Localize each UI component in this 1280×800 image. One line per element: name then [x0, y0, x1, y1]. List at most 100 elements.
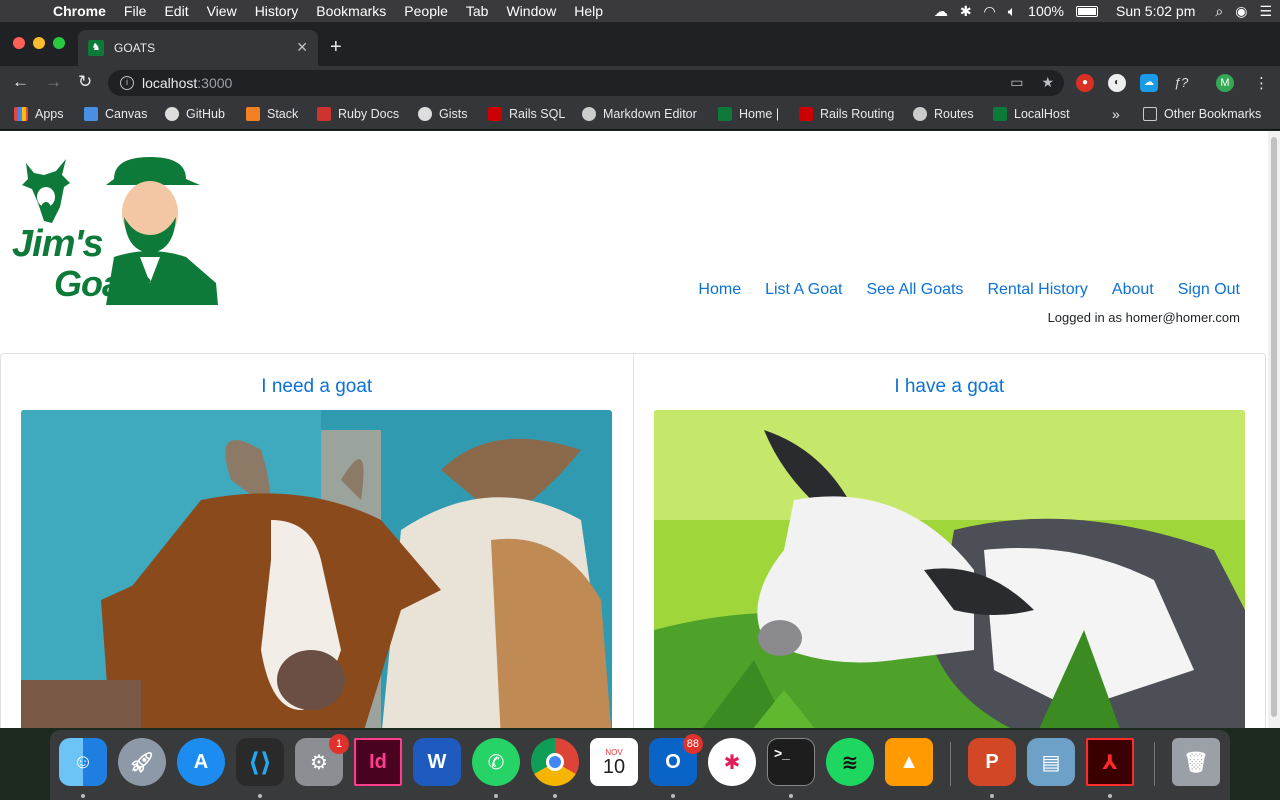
globe-icon — [913, 107, 927, 121]
bookmark-stack[interactable]: Stack — [246, 107, 298, 121]
chrome-menu-icon[interactable]: ⋮ — [1254, 74, 1269, 92]
menu-file[interactable]: File — [115, 3, 156, 19]
menu-help[interactable]: Help — [565, 3, 612, 19]
bookmark-markdown-editor[interactable]: Markdown Editor — [582, 107, 697, 121]
bluetooth-icon[interactable]: ✱ — [960, 3, 972, 20]
word-icon[interactable]: W — [413, 738, 461, 786]
rails-icon — [799, 107, 813, 121]
rails-icon — [488, 107, 502, 121]
extension-red-icon[interactable]: ● — [1076, 74, 1094, 92]
bookmark-label: Rails Routing — [820, 107, 895, 121]
site-info-icon[interactable]: i — [120, 76, 134, 90]
bookmark-ruby-docs[interactable]: Ruby Docs — [317, 107, 399, 121]
forward-button[interactable]: → — [45, 72, 62, 92]
launchpad-icon[interactable]: 🚀︎ — [118, 738, 166, 786]
outlook-letter: O — [665, 750, 681, 773]
cast-icon[interactable]: ▭ — [1010, 74, 1023, 91]
bookmark-star-icon[interactable]: ★ — [1041, 74, 1054, 91]
site-logo[interactable]: Jim's Goats — [10, 153, 218, 305]
dock-separator — [1154, 742, 1155, 786]
address-bar[interactable]: i localhost:3000 ▭ ★ — [108, 70, 1064, 96]
profile-avatar[interactable]: M — [1216, 74, 1234, 92]
app-store-icon[interactable]: A — [177, 738, 225, 786]
menu-edit[interactable]: Edit — [155, 3, 197, 19]
extension-cloud-icon[interactable]: ☁ — [1140, 74, 1158, 92]
nav-see-all-goats[interactable]: See All Goats — [866, 281, 963, 299]
powerpoint-icon[interactable]: P — [968, 738, 1016, 786]
bookmark-other-bookmarks[interactable]: Other Bookmarks — [1143, 107, 1261, 121]
new-tab-button[interactable]: + — [330, 36, 342, 59]
have-goat-link[interactable]: I have a goat — [634, 376, 1266, 398]
menu-view[interactable]: View — [198, 3, 246, 19]
bookmark-canvas[interactable]: Canvas — [84, 107, 147, 121]
menu-bookmarks[interactable]: Bookmarks — [307, 3, 395, 19]
spotlight-search-icon[interactable]: ⌕ — [1215, 3, 1223, 20]
bookmark-gists[interactable]: Gists — [418, 107, 467, 121]
nav-rental-history[interactable]: Rental History — [987, 281, 1087, 299]
preview-icon[interactable]: ▤ — [1027, 738, 1075, 786]
globe-icon — [582, 107, 596, 121]
finder-icon[interactable]: ☺ — [59, 738, 107, 786]
notification-badge: 1 — [329, 734, 349, 754]
back-button[interactable]: ← — [12, 72, 29, 92]
spotify-icon[interactable]: ≋ — [826, 738, 874, 786]
bookmark-rails-sql[interactable]: Rails SQL — [488, 107, 565, 121]
bookmark-label: Home | — [739, 107, 780, 121]
bookmarks-overflow-button[interactable]: » — [1112, 106, 1120, 122]
nav-sign-out[interactable]: Sign Out — [1178, 281, 1240, 299]
acrobat-icon[interactable]: ⅄ — [1086, 738, 1134, 786]
chrome-icon[interactable] — [531, 738, 579, 786]
reload-button[interactable]: ↻ — [78, 72, 92, 92]
nav-list-a-goat[interactable]: List A Goat — [765, 281, 842, 299]
volume-icon[interactable]: 🔈︎ — [1008, 3, 1016, 20]
nav-home[interactable]: Home — [698, 281, 741, 299]
notification-center-icon[interactable]: ☰ — [1259, 3, 1272, 20]
bookmark-localhost[interactable]: LocalHost — [993, 107, 1070, 121]
wifi-icon[interactable]: ◠ — [984, 3, 996, 20]
outlook-icon[interactable]: O 88 — [649, 734, 703, 786]
extension-ghost-icon[interactable]: ◐ — [1108, 74, 1126, 92]
clock[interactable]: Sun 5:02 pm — [1116, 3, 1195, 19]
close-tab-icon[interactable]: ✕ — [296, 39, 308, 56]
bookmark-apps[interactable]: Apps — [14, 107, 64, 121]
url-port: :3000 — [197, 75, 233, 91]
slack-icon[interactable]: ✱ — [708, 738, 756, 786]
menu-tab[interactable]: Tab — [457, 3, 498, 19]
github-icon — [165, 107, 179, 121]
menu-app-name[interactable]: Chrome — [44, 3, 115, 19]
goat-favicon-icon: ♞ — [88, 40, 104, 56]
vscode-icon[interactable]: ⟨⟩ — [236, 738, 284, 786]
tab-title: GOATS — [114, 41, 156, 55]
zoom-window-button[interactable] — [53, 37, 65, 49]
menu-window[interactable]: Window — [497, 3, 565, 19]
minimize-window-button[interactable] — [33, 37, 45, 49]
brown-goat-photo[interactable] — [21, 410, 612, 728]
bookmark-rails-routing[interactable]: Rails Routing — [799, 107, 894, 121]
terminal-icon[interactable]: >_ — [767, 738, 815, 786]
vlc-icon[interactable]: ▲ — [885, 738, 933, 786]
nav-about[interactable]: About — [1112, 281, 1154, 299]
menu-history[interactable]: History — [246, 3, 308, 19]
siri-icon[interactable]: ◉ — [1235, 3, 1247, 20]
need-goat-link[interactable]: I need a goat — [1, 376, 633, 398]
tab-goats[interactable]: ♞ GOATS ✕ — [78, 30, 318, 66]
indesign-icon[interactable]: Id — [354, 738, 402, 786]
bookmark-home[interactable]: Home | — [718, 107, 779, 121]
bookmark-github[interactable]: GitHub — [165, 107, 225, 121]
chrome-toolbar: ← → ↻ i localhost:3000 ▭ ★ ● ◐ ☁ ƒ? M ⋮ — [0, 66, 1280, 100]
white-goat-photo[interactable] — [653, 410, 1245, 728]
extension-formula-icon[interactable]: ƒ? — [1172, 74, 1190, 92]
scrollbar-thumb[interactable] — [1271, 137, 1277, 717]
trash-icon[interactable]: 🗑︎ — [1172, 738, 1220, 786]
page-scrollbar[interactable] — [1268, 131, 1280, 728]
close-window-button[interactable] — [13, 37, 25, 49]
menu-people[interactable]: People — [395, 3, 457, 19]
folder-icon — [1143, 107, 1157, 121]
creative-cloud-icon[interactable]: ☁ — [934, 3, 948, 20]
system-preferences-icon[interactable]: ⚙ 1 — [295, 734, 349, 786]
bookmark-label: Apps — [35, 107, 64, 121]
calendar-icon[interactable]: NOV 10 — [590, 738, 638, 786]
bookmark-routes[interactable]: Routes — [913, 107, 974, 121]
whatsapp-icon[interactable]: ✆ — [472, 738, 520, 786]
battery-icon[interactable] — [1075, 5, 1098, 17]
